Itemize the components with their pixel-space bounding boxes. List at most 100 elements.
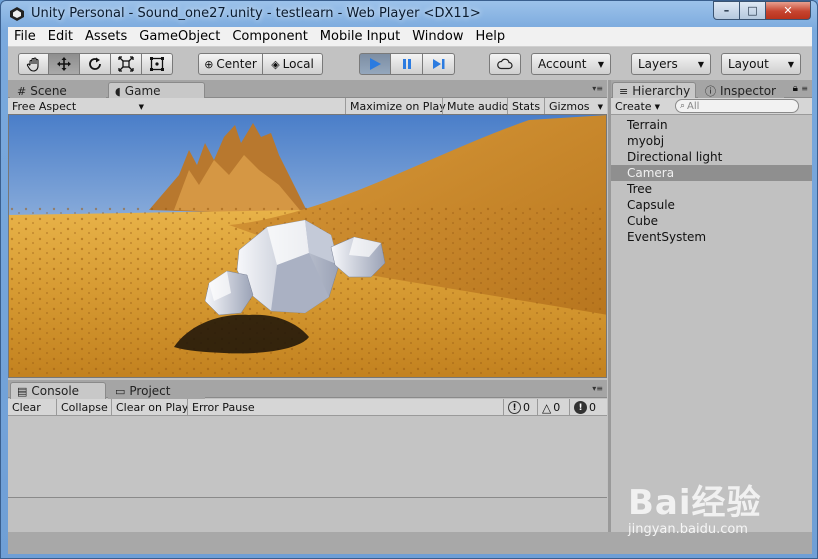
panel-divider[interactable] — [608, 80, 611, 532]
hierarchy-item-directional-light[interactable]: Directional light — [611, 149, 812, 165]
menu-gameobject[interactable]: GameObject — [133, 27, 226, 47]
hierarchy-item-cube[interactable]: Cube — [611, 213, 812, 229]
play-button[interactable] — [359, 53, 391, 75]
hierarchy-search-input[interactable]: ⌕ All — [675, 99, 799, 113]
hierarchy-item-capsule[interactable]: Capsule — [611, 197, 812, 213]
game-viewport[interactable] — [8, 114, 607, 378]
hand-icon — [26, 57, 39, 72]
console-clear-label: Clear — [12, 401, 41, 414]
layout-controls: Layout ▼ — [721, 53, 801, 75]
rect-tool-button[interactable] — [142, 53, 173, 75]
tab-hierarchy-label: Hierarchy — [632, 84, 691, 98]
hand-tool-button[interactable] — [18, 53, 49, 75]
step-icon — [432, 59, 444, 69]
tab-inspector[interactable]: ⓘ Inspector — [698, 82, 784, 99]
menu-edit[interactable]: Edit — [42, 27, 79, 47]
menu-assets[interactable]: Assets — [79, 27, 133, 47]
info-icon: ⓘ — [705, 85, 716, 98]
aspect-dropdown[interactable]: Free Aspect ▼ — [8, 98, 148, 115]
tab-menu-icon[interactable]: ≡ — [801, 84, 808, 93]
close-button[interactable]: ✕ — [766, 1, 811, 20]
account-label: Account — [538, 57, 587, 71]
console-error-pause-toggle[interactable]: Error Pause — [187, 399, 259, 416]
menu-file[interactable]: File — [8, 27, 42, 47]
tab-game-label: Game — [124, 84, 161, 98]
maximize-button[interactable]: □ — [740, 1, 766, 20]
lock-icon[interactable]: 🔒︎ — [793, 83, 798, 94]
console-collapse-toggle[interactable]: Collapse — [56, 399, 112, 416]
transform-tools — [18, 53, 173, 75]
maximize-icon: □ — [747, 4, 758, 17]
console-error-filter[interactable]: ! 0 — [569, 399, 600, 416]
hierarchy-list-icon: ≡ — [619, 84, 629, 98]
tab-game[interactable]: ◖ Game — [108, 82, 205, 99]
tab-project[interactable]: ▭ Project — [108, 382, 205, 399]
mute-audio-toggle[interactable]: Mute audio — [442, 98, 513, 115]
tab-inspector-label: Inspector — [720, 84, 776, 98]
rect-tool-icon — [150, 57, 164, 71]
scale-tool-button[interactable] — [111, 53, 142, 75]
title-bar: Unity Personal - Sound_one27.unity - tes… — [1, 1, 817, 26]
local-cube-icon: ◈ — [271, 57, 280, 71]
pivot-controls: ⊕ Center ◈ Local — [198, 53, 323, 75]
tab-scene[interactable]: # Scene — [10, 82, 106, 99]
layout-label: Layout — [728, 57, 769, 71]
folder-icon: ▭ — [115, 384, 126, 398]
create-label: Create — [615, 100, 652, 113]
game-view-toolbar: Free Aspect ▼ Maximize on Play Mute audi… — [8, 98, 607, 115]
console-clear-on-play-label: Clear on Play — [116, 401, 189, 414]
pivot-center-button[interactable]: ⊕ Center — [198, 53, 263, 75]
hierarchy-create-dropdown[interactable]: Create ▼ — [611, 98, 664, 115]
caret-down-icon: ▼ — [654, 102, 660, 111]
tab-console-label: Console — [31, 384, 80, 398]
menu-help[interactable]: Help — [470, 27, 512, 47]
gizmos-dropdown[interactable]: Gizmos ▼ — [544, 98, 607, 115]
gizmos-label: Gizmos — [549, 100, 590, 113]
rotate-tool-button[interactable] — [80, 53, 111, 75]
console-clear-on-play-toggle[interactable]: Clear on Play — [111, 399, 192, 416]
minimize-button[interactable]: – — [713, 1, 740, 20]
play-icon — [370, 58, 381, 70]
maximize-on-play-toggle[interactable]: Maximize on Play — [345, 98, 450, 115]
console-log-area[interactable] — [8, 416, 607, 498]
console-error-pause-label: Error Pause — [192, 401, 255, 414]
account-dropdown[interactable]: Account ▼ — [531, 53, 611, 75]
console-warning-filter[interactable]: △ 0 — [537, 399, 564, 416]
watermark-url: jingyan.baidu.com — [628, 522, 748, 537]
move-tool-button[interactable] — [49, 53, 80, 75]
pause-button[interactable] — [391, 53, 423, 75]
hierarchy-item-myobj[interactable]: myobj — [611, 133, 812, 149]
tab-console[interactable]: ▤ Console — [10, 382, 106, 399]
window-title: Unity Personal - Sound_one27.unity - tes… — [31, 6, 481, 21]
hierarchy-toolbar: Create ▼ ⌕ All — [611, 98, 812, 115]
hierarchy-item-eventsystem[interactable]: EventSystem — [611, 229, 812, 245]
layers-dropdown[interactable]: Layers ▼ — [631, 53, 711, 75]
hierarchy-item-terrain[interactable]: Terrain — [611, 117, 812, 133]
pivot-local-button[interactable]: ◈ Local — [263, 53, 323, 75]
tab-hierarchy[interactable]: ≡ Hierarchy — [612, 82, 696, 99]
stats-toggle[interactable]: Stats — [507, 98, 544, 115]
game-scene-render — [9, 115, 606, 377]
caret-down-icon: ▼ — [597, 59, 604, 69]
pivot-center-label: Center — [216, 57, 257, 71]
menu-mobile-input[interactable]: Mobile Input — [314, 27, 406, 47]
warning-icon: △ — [542, 400, 552, 415]
hierarchy-item-camera[interactable]: Camera — [611, 165, 812, 181]
pause-icon — [402, 59, 411, 69]
info-count: 0 — [523, 401, 530, 414]
console-icon: ▤ — [17, 384, 28, 398]
account-controls: Account ▼ — [531, 53, 611, 75]
console-clear-button[interactable]: Clear — [8, 399, 45, 416]
tab-menu-icon[interactable]: ▾≡ — [592, 84, 603, 93]
layout-dropdown[interactable]: Layout ▼ — [721, 53, 801, 75]
error-icon: ! — [574, 401, 587, 414]
menu-window[interactable]: Window — [406, 27, 469, 47]
menu-component[interactable]: Component — [226, 27, 313, 47]
editor-client: File Edit Assets GameObject Component Mo… — [8, 27, 812, 554]
console-info-filter[interactable]: ! 0 — [503, 399, 534, 416]
cloud-button[interactable] — [489, 53, 521, 75]
tab-menu-icon[interactable]: ▾≡ — [592, 384, 603, 393]
unity-window: Unity Personal - Sound_one27.unity - tes… — [0, 0, 818, 559]
step-button[interactable] — [423, 53, 455, 75]
hierarchy-item-tree[interactable]: Tree — [611, 181, 812, 197]
